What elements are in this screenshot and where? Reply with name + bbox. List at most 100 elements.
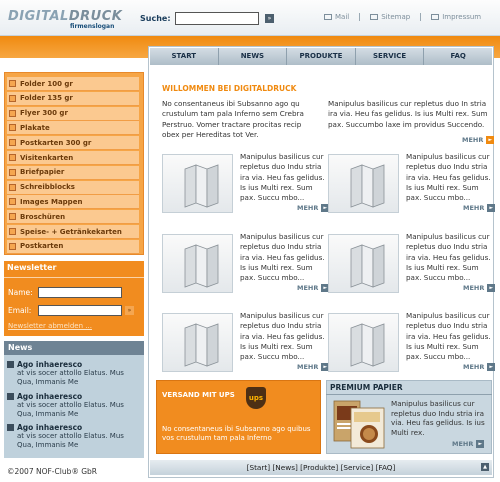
bullet-icon [9, 228, 16, 235]
arrow-right-icon: ► [487, 204, 496, 212]
nav-service[interactable]: SERVICE [356, 48, 425, 65]
product-text: Manipulus basilicus cur repletus duo Ind… [240, 311, 325, 362]
bullet-icon [9, 124, 16, 132]
bullet-icon [7, 393, 14, 400]
category-item[interactable]: Schreibblocks [7, 180, 139, 195]
category-item[interactable]: Postkarten 300 gr [7, 136, 139, 151]
news-item-text: at vis socer attollo Elatus. Mus Qua, Im… [17, 432, 124, 449]
category-label: Postkarten [20, 242, 64, 251]
footer-nav: [Start] [News] [Produkte] [Service] [FAQ… [150, 460, 492, 475]
news-item[interactable]: Ago inhaeresco at vis socer attollo Elatu… [7, 360, 135, 387]
newsletter-email-input[interactable] [38, 305, 122, 316]
category-item[interactable]: Broschüren [7, 210, 139, 225]
logo-part1: DIGITAL [8, 9, 69, 24]
product-more-link[interactable]: MEHR ► [297, 204, 330, 212]
tagline: firmenslogan [70, 23, 115, 30]
scroll-top-button[interactable]: ▲ [481, 463, 489, 471]
ups-text: No consentaneus ibi Subsanno ago quibus … [162, 425, 311, 442]
product-thumbnail[interactable] [162, 234, 233, 293]
nav-faq[interactable]: FAQ [424, 48, 492, 65]
product-thumbnail[interactable] [328, 234, 399, 293]
category-item[interactable]: Plakate [7, 121, 139, 136]
welcome-text-left: No consentaneus ibi Subsanno ago qu crus… [162, 99, 304, 139]
divider [326, 394, 492, 395]
bullet-icon [9, 213, 16, 221]
category-label: Speise- + Getränkekarten [20, 227, 122, 236]
more-label: MEHR [297, 284, 319, 292]
footer-links[interactable]: [Start] [News] [Produkte] [Service] [FAQ… [247, 463, 396, 472]
product-more-link[interactable]: MEHR ► [463, 363, 496, 371]
sitemap-link[interactable]: Sitemap [370, 13, 410, 21]
bullet-icon [9, 183, 16, 191]
news-title: News [4, 341, 144, 355]
welcome-more-link[interactable]: MEHR ► [462, 136, 495, 144]
mail-link[interactable]: Mail [324, 13, 349, 21]
newsletter-submit-button[interactable]: » [125, 306, 134, 315]
product-text: Manipulus basilicus cur repletus duo Ind… [240, 152, 325, 203]
nav-start[interactable]: START [150, 48, 219, 65]
more-label: MEHR [463, 363, 485, 371]
arrow-right-icon: ► [476, 440, 485, 448]
newsletter-name-input[interactable] [38, 287, 122, 298]
premium-title: PREMIUM PAPIER [330, 383, 403, 392]
news-item[interactable]: Ago inhaeresco at vis socer attollo Elatu… [7, 392, 135, 419]
logo[interactable]: DIGITALDRUCK [8, 9, 122, 24]
bullet-icon [9, 80, 16, 87]
product-thumbnail[interactable] [328, 154, 399, 213]
product-more-link[interactable]: MEHR ► [297, 284, 330, 292]
welcome-title: WILLOMMEN BEI DIGITALDRUCK [162, 84, 297, 93]
premium-text: Manipulus basilicus cur repletus duo Ind… [391, 399, 485, 437]
category-item[interactable]: Postkarten [7, 239, 139, 254]
product-thumbnail[interactable] [162, 313, 233, 372]
divider [4, 277, 144, 278]
product-text: Manipulus basilicus cur repletus duo Ind… [240, 232, 325, 283]
arrow-right-icon: ► [486, 136, 495, 144]
premium-more-link[interactable]: MEHR ► [452, 440, 485, 448]
bullet-icon [9, 154, 16, 161]
news-item[interactable]: Ago inhaeresco at vis socer attollo Elatu… [7, 423, 135, 450]
category-item[interactable]: Folder 135 gr [7, 91, 139, 106]
product-more-link[interactable]: MEHR ► [463, 284, 496, 292]
category-item[interactable]: Images Mappen [7, 195, 139, 210]
arrow-right-icon: ► [487, 284, 496, 292]
mail-icon [324, 14, 332, 20]
category-label: Flyer 300 gr [20, 109, 68, 118]
category-item[interactable]: Speise- + Getränkekarten [7, 225, 139, 239]
product-text: Manipulus basilicus cur repletus duo Ind… [406, 232, 491, 283]
category-label: Broschüren [20, 212, 66, 221]
bullet-icon [7, 361, 14, 368]
divider [359, 13, 361, 21]
search-go-button[interactable]: » [265, 14, 274, 23]
newsletter-unsubscribe-link[interactable]: Newsletter abmelden ... [8, 322, 92, 330]
bullet-icon [9, 198, 16, 206]
bullet-icon [9, 109, 16, 117]
product-thumbnail[interactable] [328, 313, 399, 372]
category-label: Folder 135 gr [20, 94, 73, 103]
copyright: ©2007 NOF-Club® GbR [7, 467, 98, 476]
sitemap-link-label: Sitemap [381, 13, 411, 21]
product-text: Manipulus basilicus cur repletus duo Ind… [406, 152, 491, 203]
product-thumbnail[interactable] [162, 154, 233, 213]
newsletter-title: Newsletter [7, 263, 57, 272]
product-more-link[interactable]: MEHR ► [463, 204, 496, 212]
bullet-icon [7, 424, 14, 431]
category-item[interactable]: Folder 100 gr [7, 77, 139, 91]
product-text: Manipulus basilicus cur repletus duo Ind… [406, 311, 491, 362]
news-item-text: at vis socer attollo Elatus. Mus Qua, Im… [17, 369, 124, 386]
search-label: Suche: [140, 14, 171, 23]
bullet-icon [9, 242, 16, 250]
nav-news[interactable]: NEWS [219, 48, 288, 65]
main-nav: START NEWS PRODUKTE SERVICE FAQ [150, 48, 492, 65]
category-item[interactable]: Visitenkarten [7, 151, 139, 165]
nav-produkte[interactable]: PRODUKTE [287, 48, 356, 65]
news-item-title: Ago inhaeresco [17, 392, 83, 401]
impressum-link[interactable]: Impressum [431, 13, 481, 21]
bullet-icon [9, 94, 16, 102]
category-item[interactable]: Flyer 300 gr [7, 106, 139, 121]
category-label: Briefpapier [20, 168, 65, 177]
product-more-link[interactable]: MEHR ► [297, 363, 330, 371]
category-item[interactable]: Briefpapier [7, 165, 139, 180]
ups-logo: ups [246, 387, 266, 409]
search-input[interactable] [175, 12, 259, 25]
impressum-icon [431, 14, 440, 20]
